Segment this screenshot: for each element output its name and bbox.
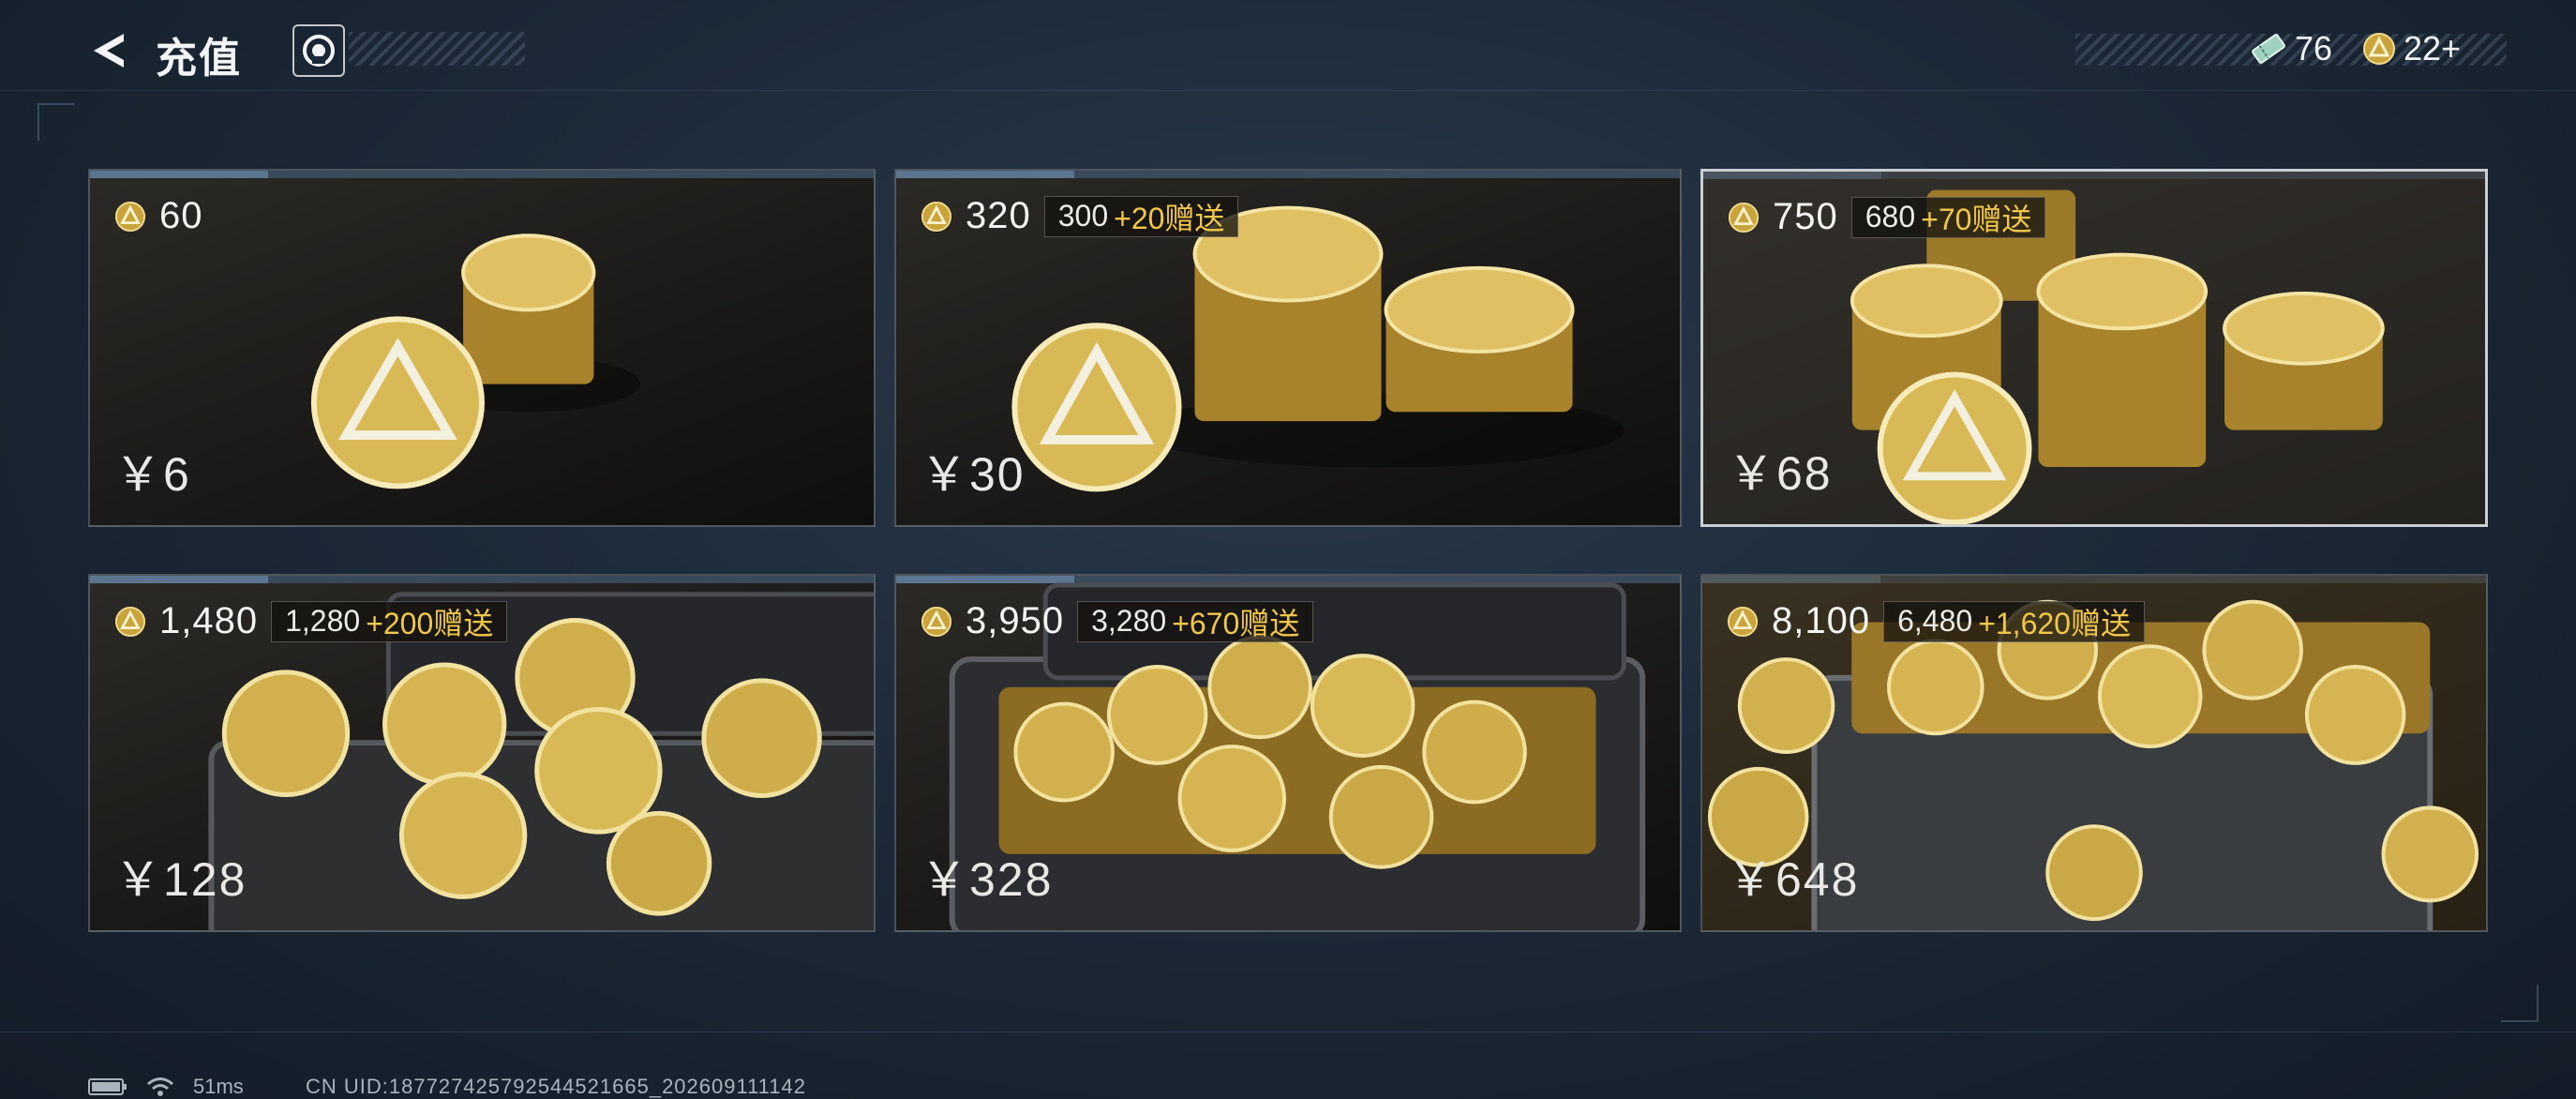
package-card[interactable]: 60 ￥6: [88, 169, 876, 527]
package-price: ￥6: [114, 448, 191, 501]
coin-icon: [1727, 606, 1759, 637]
bonus-base: 1,280: [285, 604, 361, 638]
bonus-base: 6,480: [1897, 604, 1973, 638]
package-price: ￥648: [1727, 853, 1860, 906]
coin-count: 22+: [2404, 29, 2462, 68]
ticket-balance[interactable]: 76: [2250, 28, 2332, 69]
coin-amount: 60: [159, 195, 203, 236]
coin-amount-row: 1,480 1,280 +200赠送: [114, 600, 508, 642]
package-card[interactable]: 8,100 6,480 +1,620赠送 ￥648: [1700, 574, 2488, 932]
wifi-icon: [147, 1077, 173, 1096]
hud-line: [0, 1031, 2576, 1032]
coin-amount-row: 320 300 +20赠送: [921, 195, 1239, 237]
user-uid: CN UID:18772742579254452​1665_2026091111…: [306, 1075, 806, 1098]
bonus-extra: +670赠送: [1172, 606, 1300, 640]
bonus-extra: +70赠送: [1921, 202, 2032, 236]
battery-icon: [88, 1078, 127, 1095]
bonus-extra: +1,620赠送: [1978, 606, 2131, 640]
coin-amount-row: 8,100 6,480 +1,620赠送: [1727, 600, 2145, 642]
coin-amount: 8,100: [1772, 600, 1871, 641]
coin-amount: 1,480: [159, 600, 259, 641]
coin-icon: [114, 606, 146, 637]
coin-amount: 3,950: [966, 600, 1065, 641]
package-card[interactable]: 320 300 +20赠送 ￥30: [894, 169, 1682, 527]
bonus-base: 3,280: [1091, 604, 1167, 638]
bonus-base: 680: [1865, 200, 1916, 233]
bonus-extra: +200赠送: [366, 606, 494, 640]
hud-corner: [37, 103, 75, 141]
bonus-badge: 680 +70赠送: [1850, 196, 2046, 238]
coin-icon: [921, 606, 952, 637]
customer-service-icon: [303, 35, 335, 67]
bonus-extra: +20赠送: [1114, 201, 1225, 235]
hud-corner: [2501, 985, 2539, 1022]
coin-icon: [114, 201, 146, 232]
coin-amount: 320: [966, 195, 1031, 236]
coin-icon: [921, 201, 952, 232]
coin-amount-row: 60: [114, 195, 203, 237]
package-card[interactable]: 750 680 +70赠送 ￥68: [1700, 169, 2488, 527]
coin-amount-row: 750 680 +70赠送: [1728, 196, 2046, 238]
package-price: ￥30: [921, 448, 1026, 501]
package-price: ￥128: [114, 853, 247, 906]
coin-icon: [2363, 33, 2395, 65]
bonus-badge: 1,280 +200赠送: [271, 600, 508, 642]
package-price: ￥328: [921, 853, 1054, 906]
package-card[interactable]: 1,480 1,280 +200赠送 ￥128: [88, 574, 876, 932]
ping-value: 51ms: [193, 1075, 244, 1098]
bonus-badge: 3,280 +670赠送: [1077, 600, 1314, 642]
coin-stack-illustration: [310, 233, 641, 489]
bonus-badge: 6,480 +1,620赠送: [1883, 600, 2145, 642]
coin-balance[interactable]: 22+: [2362, 28, 2461, 69]
package-price: ￥68: [1728, 447, 1833, 500]
coin-icon: [1728, 202, 1760, 233]
package-card[interactable]: 3,950 3,280 +670赠送 ￥328: [894, 574, 1682, 932]
bonus-base: 300: [1057, 199, 1109, 233]
status-bar: 51ms: [88, 1075, 244, 1099]
page-title: 充值: [156, 36, 242, 82]
hud-line: [0, 90, 2576, 91]
ticket-count: 76: [2295, 29, 2333, 68]
bonus-badge: 300 +20赠送: [1043, 195, 1239, 237]
back-button[interactable]: [86, 28, 131, 73]
title-decoration-stripe: [349, 32, 525, 66]
back-arrow-icon: [94, 34, 124, 68]
customer-service-button[interactable]: [292, 24, 345, 77]
coin-amount: 750: [1773, 196, 1838, 237]
ticket-icon: [2252, 34, 2285, 64]
coin-amount-row: 3,950 3,280 +670赠送: [921, 600, 1314, 642]
